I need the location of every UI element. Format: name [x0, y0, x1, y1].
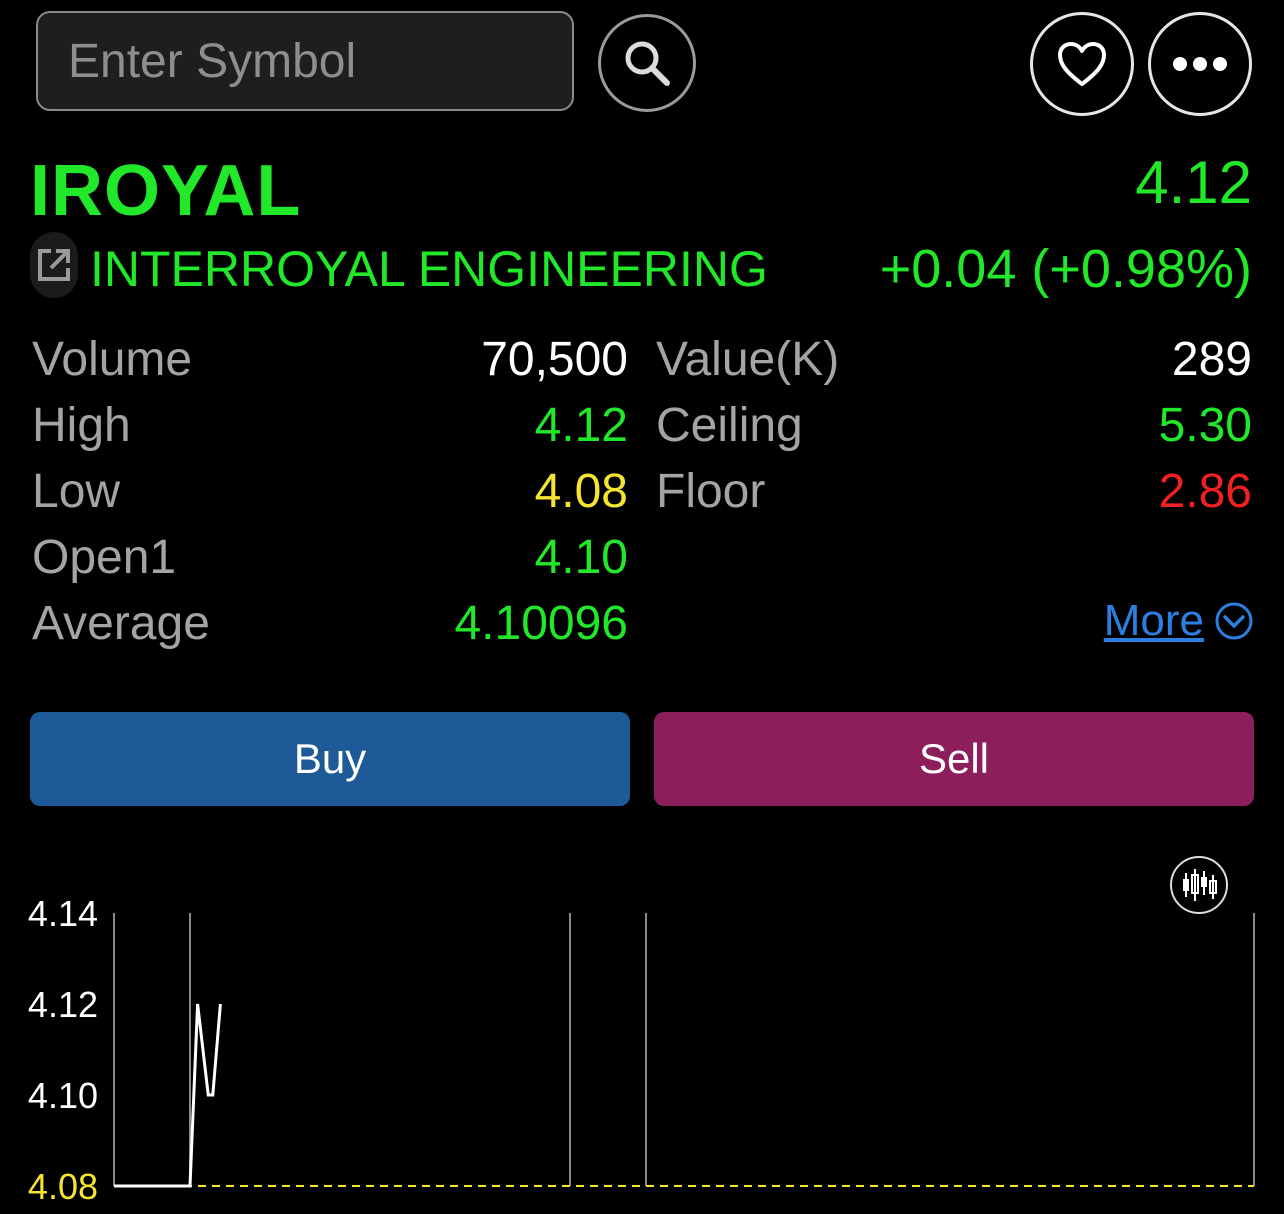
chart-y-axis: 4.14 4.12 4.10 4.08 — [28, 893, 98, 1207]
candlestick-icon — [1183, 869, 1217, 901]
y-tick-label: 4.08 — [28, 1166, 98, 1207]
y-tick-label: 4.14 — [28, 893, 98, 934]
y-tick-label: 4.12 — [28, 984, 98, 1025]
chart-series — [114, 1003, 222, 1188]
chart-frame — [113, 913, 1255, 1187]
stock-quote-screen: IROYAL 4.12 INTERROYAL ENGINEERING +0.04… — [0, 0, 1284, 1214]
chart-type-toggle[interactable] — [1170, 856, 1228, 914]
price-line — [114, 1003, 222, 1188]
y-tick-label: 4.10 — [28, 1075, 98, 1116]
intraday-price-chart: 4.14 4.12 4.10 4.08 — [28, 893, 1255, 1207]
